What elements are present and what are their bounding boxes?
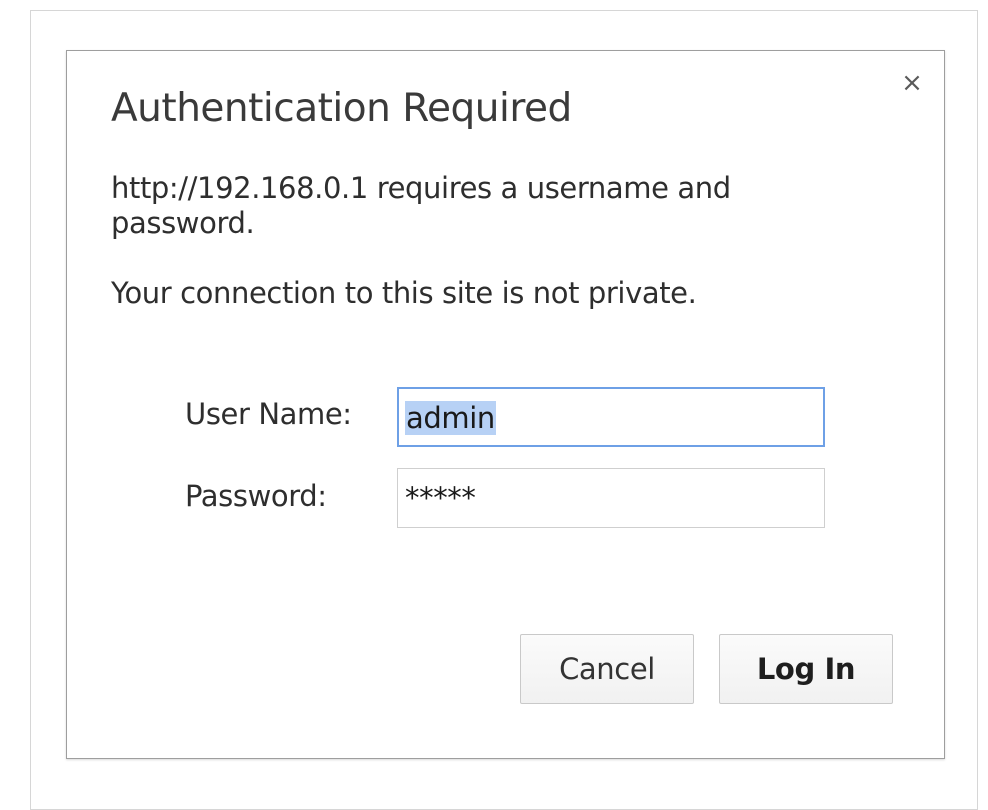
username-label: User Name:	[185, 397, 352, 431]
dialog-title: Authentication Required	[111, 86, 572, 131]
username-field[interactable]: admin	[397, 387, 825, 447]
cancel-button[interactable]: Cancel	[520, 634, 694, 704]
password-value: *****	[405, 481, 476, 515]
password-label: Password:	[185, 479, 327, 513]
close-icon[interactable]: ×	[898, 69, 926, 97]
privacy-notice: Your connection to this site is not priv…	[111, 276, 697, 310]
auth-dialog: × Authentication Required http://192.168…	[66, 50, 945, 759]
username-value: admin	[405, 401, 496, 435]
login-button[interactable]: Log In	[719, 634, 893, 704]
password-field[interactable]: *****	[397, 468, 825, 528]
auth-message: http://192.168.0.1 requires a username a…	[111, 171, 731, 240]
